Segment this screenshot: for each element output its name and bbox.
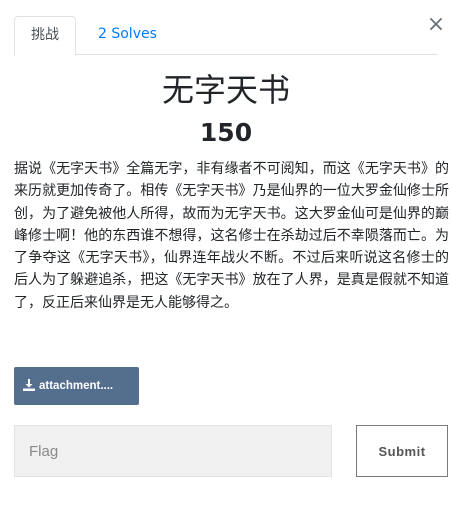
- challenge-description: 据说《无字天书》全篇无字，非有缘者不可阅知，而这《无字天书》的来历就更加传奇了。…: [14, 161, 449, 311]
- challenge-name: 无字天书: [161, 71, 290, 109]
- submit-button[interactable]: Submit: [356, 425, 448, 477]
- tab-challenge[interactable]: 挑战: [14, 16, 76, 56]
- challenge-modal: 挑战 2 Solves × 无字天书 150 据说《无字天书》全篇无字，非有缘者…: [0, 0, 452, 509]
- close-icon[interactable]: ×: [424, 14, 448, 38]
- attachment-download-button[interactable]: attachment....: [14, 367, 139, 405]
- challenge-value: 150: [199, 118, 253, 147]
- tab-solves[interactable]: 2 Solves: [82, 16, 173, 55]
- flag-input[interactable]: [14, 425, 332, 477]
- download-icon: [23, 379, 35, 391]
- attachment-label: attachment....: [39, 380, 114, 392]
- challenge-tabs: 挑战 2 Solves: [14, 16, 438, 56]
